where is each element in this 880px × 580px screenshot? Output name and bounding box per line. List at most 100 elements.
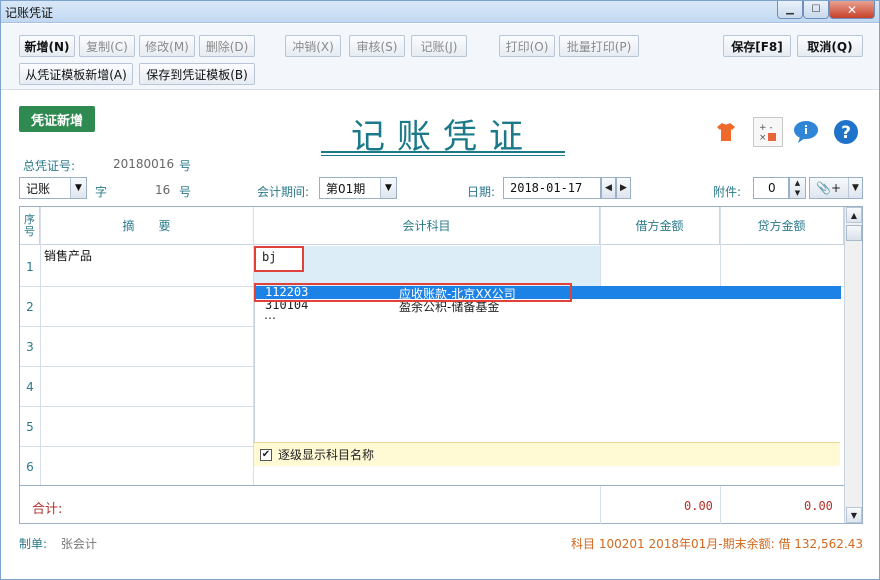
attachment-button[interactable]: 📎 + ▼: [809, 177, 863, 199]
period-select[interactable]: 第01期 ▼: [319, 177, 397, 199]
row-divider: [20, 366, 254, 367]
paperclip-icon: 📎: [816, 181, 831, 195]
more-suggestions-indicator: …: [264, 308, 276, 322]
selected-suggestion-highlight: [254, 283, 572, 302]
col-header-account: 会计科目: [254, 207, 600, 245]
stepper-up-icon: ▲: [794, 179, 801, 187]
checkbox-checked-icon[interactable]: ✔: [260, 448, 272, 461]
total-voucher-no-label: 总凭证号:: [23, 159, 76, 173]
row-divider: [20, 326, 254, 327]
minimize-button[interactable]: ▁: [777, 1, 803, 19]
chevron-down-icon: ▼: [70, 178, 86, 198]
voucher-word-select[interactable]: 记账 ▼: [19, 177, 87, 199]
total-voucher-no-unit: 号: [179, 159, 192, 173]
new-button[interactable]: 新增(N): [19, 35, 75, 57]
date-input[interactable]: 2018-01-17: [503, 177, 601, 199]
next-date-button[interactable]: ▶: [616, 177, 631, 199]
col-divider: [40, 207, 41, 485]
voucher-window: 记账凭证 ▁ ☐ ✕ 新增(N) 复制(C) 修改(M) 删除(D) 冲销(X)…: [0, 0, 880, 580]
row-number: 6: [26, 460, 34, 474]
total-debit-amount: 0.00: [684, 499, 713, 513]
voucher-title: 记账凭证: [351, 117, 535, 157]
new-from-template-button[interactable]: 从凭证模板新增(A): [19, 63, 133, 85]
voucher-entry-grid: 序号 摘 要 会计科目 借方金额 贷方金额 1 2 3 4 5 6 销售产品 b…: [19, 206, 863, 524]
col-divider: [720, 486, 721, 524]
cancel-button[interactable]: 取消(Q): [797, 35, 863, 57]
maximize-icon: ☐: [811, 4, 821, 15]
message-icon[interactable]: [791, 117, 821, 147]
maker-label: 制单:: [19, 537, 48, 551]
period-value: 第01期: [326, 181, 366, 196]
col-header-summary: 摘 要: [40, 207, 254, 245]
close-icon: ✕: [846, 2, 858, 17]
minimize-icon: ▁: [786, 4, 794, 15]
modify-button[interactable]: 修改(M): [139, 35, 195, 57]
row-number: 3: [26, 340, 34, 354]
attachment-add-label: +: [830, 181, 842, 195]
print-button[interactable]: 打印(O): [499, 35, 555, 57]
chevron-down-icon: ▼: [380, 178, 396, 198]
delete-button[interactable]: 删除(D): [199, 35, 255, 57]
audit-button[interactable]: 审核(S): [349, 35, 405, 57]
row-number: 4: [26, 380, 34, 394]
prev-date-button[interactable]: ◀: [601, 177, 616, 199]
show-level-names-toggle[interactable]: ✔ 逐级显示科目名称: [254, 442, 840, 466]
voucher-no-value: 16: [155, 183, 171, 197]
period-label: 会计期间:: [257, 185, 310, 199]
voucher-word-value: 记账: [26, 181, 51, 196]
chevron-left-icon: ◀: [605, 183, 612, 193]
date-value: 2018-01-17: [510, 181, 583, 195]
svg-text:×: ×: [759, 133, 767, 143]
save-to-template-button[interactable]: 保存到凭证模板(B): [139, 63, 255, 85]
row-number: 5: [26, 420, 34, 434]
close-button[interactable]: ✕: [829, 1, 875, 19]
attachment-label: 附件:: [713, 185, 742, 199]
row-number: 2: [26, 300, 34, 314]
chevron-right-icon: ▶: [620, 183, 627, 193]
title-underline-thin: [321, 155, 565, 156]
total-label: 合计:: [32, 502, 63, 517]
total-row: 合计: 0.00 0.00: [20, 485, 844, 524]
show-level-names-label: 逐级显示科目名称: [278, 448, 375, 462]
date-label: 日期:: [467, 185, 496, 199]
copy-button[interactable]: 复制(C): [79, 35, 135, 57]
grid-scrollbar[interactable]: ▲ ▼: [844, 207, 862, 523]
scrollbar-thumb[interactable]: [846, 225, 862, 241]
attachment-count-input[interactable]: 0: [753, 177, 789, 199]
save-button[interactable]: 保存[F8]: [723, 35, 791, 57]
title-underline: [321, 151, 565, 153]
col-header-credit: 贷方金额: [720, 207, 844, 245]
row-divider: [20, 406, 254, 407]
mode-badge: 凭证新增: [19, 106, 95, 132]
maker-value: 张会计: [60, 537, 97, 551]
help-icon[interactable]: ?: [831, 117, 861, 147]
total-voucher-no-value: 20180016: [113, 157, 175, 171]
calculator-icon[interactable]: + - ×: [753, 117, 783, 147]
col-header-debit: 借方金额: [600, 207, 720, 245]
total-credit-amount: 0.00: [804, 499, 833, 513]
voucher-no-unit: 号: [179, 185, 192, 199]
scroll-down-icon[interactable]: ▼: [846, 507, 862, 523]
post-button[interactable]: 记账(J): [411, 35, 467, 57]
chevron-down-icon: ▼: [848, 178, 862, 198]
maker-info: 制单: 张会计: [19, 535, 97, 552]
col-divider: [600, 207, 601, 286]
stepper-down-icon: ▼: [794, 189, 801, 197]
skin-icon[interactable]: [711, 117, 741, 147]
scroll-up-icon[interactable]: ▲: [846, 207, 862, 223]
account-balance-status: 科目 100201 2018年01月-期末余额: 借 132,562.43: [571, 537, 863, 551]
svg-text:?: ?: [841, 123, 851, 143]
row1-account-cell[interactable]: [254, 246, 600, 286]
attachment-stepper[interactable]: ▲ ▼: [789, 177, 806, 199]
maximize-button[interactable]: ☐: [803, 1, 829, 19]
account-search-input[interactable]: bj: [254, 246, 304, 272]
batch-print-button[interactable]: 批量打印(P): [559, 35, 639, 57]
reverse-button[interactable]: 冲销(X): [285, 35, 341, 57]
window-title: 记账凭证: [5, 6, 54, 20]
col-header-seq: 序号: [20, 207, 40, 245]
col-divider: [720, 207, 721, 286]
row1-summary-cell[interactable]: 销售产品: [44, 247, 92, 264]
row-divider: [20, 446, 254, 447]
row-number: 1: [26, 260, 34, 274]
svg-text:+ -: + -: [759, 123, 773, 133]
